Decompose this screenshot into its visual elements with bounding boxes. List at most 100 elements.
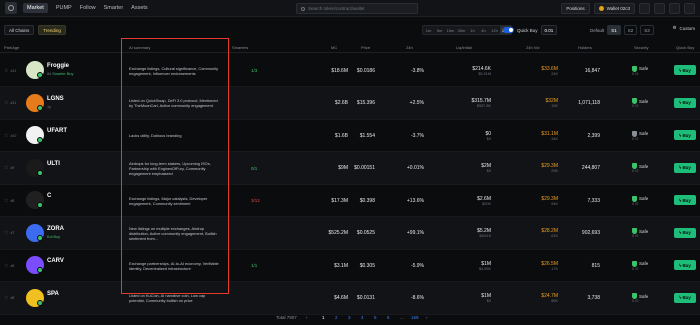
star-icon[interactable]: ☆ [4,100,8,106]
col-pair[interactable]: Pair/Age [4,45,19,50]
buy-button[interactable]: ϟ Buy [674,97,696,108]
ai-summary: New listings on multiple exchanges, Aird… [129,225,217,241]
table-header: Pair/Age AI summary Smarters MC Price 24… [0,42,700,53]
rank-label: #9 [10,166,15,170]
buy-button[interactable]: ϟ Buy [674,260,696,270]
bell-icon[interactable] [639,3,650,14]
security-detail: 0 /0 [632,71,639,76]
change-24h: -3.7% [410,132,424,139]
table-row[interactable]: ☆ #12 Froggie 8d Smarter Buy Exchange lis… [0,54,700,87]
change-24h: -8.6% [410,295,424,301]
tf-5m[interactable]: 5m [434,26,445,34]
table-row[interactable]: ☆ #6 CARV Exchange partnerships, AI-to-AI… [0,249,700,282]
search-input[interactable]: Search token/contract/wallet [296,3,418,14]
token-name[interactable]: CARV [47,258,64,264]
price: $0.0525 [356,230,375,236]
change-24h: -3.8% [410,67,424,74]
price: $0.0131 [356,295,375,301]
table-row[interactable]: ☆ #10 UFART Lacks utility, Dubious brandi… [0,119,700,152]
tab-smarter[interactable]: Smarter [104,5,124,11]
next-page-icon[interactable]: › [426,315,428,320]
liq-initial: $20K [482,201,491,206]
tab-market[interactable]: Market [23,3,48,13]
tf-15m[interactable]: 15m [445,26,456,34]
tf-12h[interactable]: 12h [489,26,500,34]
star-icon[interactable]: ☆ [4,295,8,301]
buy-button[interactable]: ϟ Buy [674,195,696,205]
menu-icon[interactable] [684,3,695,14]
quick-buy-amount[interactable]: 0.01 [540,25,558,35]
col-price[interactable]: Price [361,45,370,50]
tf-4h[interactable]: 4h [478,26,489,34]
main-nav: Market PUMP Follow Smarter Assets [23,3,148,13]
buy-button[interactable]: ϟ Buy [674,292,696,303]
vol-txns: 34K [551,136,558,141]
rank: ☆ #11 [4,87,16,120]
tf-1h[interactable]: 1h [467,26,478,34]
top-bar: Market PUMP Follow Smarter Assets Search… [0,0,700,17]
chain-filter[interactable]: All Chains [4,25,35,35]
wallet-button[interactable]: Wallet 02c3 [593,3,635,14]
token-name[interactable]: C [47,193,51,199]
buy-button[interactable]: ϟ Buy [674,130,696,140]
page-5[interactable]: 5 [374,315,377,320]
star-icon[interactable]: ☆ [4,263,8,269]
security-detail: 0 /0 [632,299,639,303]
market-cap: $18.6M [331,67,348,74]
token-name[interactable]: SPA [47,291,59,297]
col-mc[interactable]: MC [331,45,337,50]
custom-button[interactable]: ⚙ Custom [672,25,695,31]
table-row[interactable]: ☆ #5 SPA Listed on KuCoin, AI narrative c… [0,281,700,315]
star-icon[interactable]: ☆ [4,133,8,139]
col-vol[interactable]: 24h Vol [526,45,539,50]
page-last[interactable]: 159 [411,315,419,320]
star-icon[interactable]: ☆ [4,68,8,74]
ai-summary: Lacks utility, Dubious branding [129,133,182,138]
token-name[interactable]: Froggie [47,63,69,69]
rank-label: #7 [10,231,15,235]
col-holders[interactable]: Holders [578,45,592,50]
star-icon[interactable]: ☆ [4,165,8,171]
tab-pump[interactable]: PUMP [56,5,72,11]
preset-s2[interactable]: S2 [623,25,638,35]
prev-page-icon[interactable]: ‹ [306,315,308,320]
liquidity: $0 $0 [455,119,491,152]
token-name[interactable]: ZORA [47,226,64,232]
language-icon[interactable] [669,3,680,14]
preset-s1[interactable]: S1 [607,25,621,35]
buy-button[interactable]: ϟ Buy [674,227,696,238]
page-2[interactable]: 2 [335,315,338,320]
preset-s3[interactable]: S3 [640,25,654,35]
tf-1m[interactable]: 1m [423,26,434,34]
page-3[interactable]: 3 [348,315,351,320]
tf-30m[interactable]: 30m [456,26,467,34]
positions-button[interactable]: Positions [561,3,590,14]
col-change[interactable]: 24h [406,45,413,50]
table-row[interactable]: ☆ #9 ULTI Airdrops for long-term stakers,… [0,151,700,185]
table-row[interactable]: ☆ #11 LGNS 1y Listed on QuickSwap, DeFi 3… [0,86,700,120]
trending-label: Trending [43,27,61,33]
tab-follow[interactable]: Follow [80,5,96,11]
tab-assets[interactable]: Assets [131,5,148,11]
page-6[interactable]: 6 [387,315,390,320]
token-name[interactable]: UFART [47,128,67,134]
table-row[interactable]: ☆ #8 C Exchange listings, Major catalysts… [0,184,700,217]
page-1[interactable]: 1 [322,315,325,320]
price: $1.554 [359,132,375,139]
star-icon[interactable]: ☆ [4,198,8,204]
buy-button[interactable]: ϟ Buy [674,65,696,75]
settings-icon[interactable] [654,3,665,14]
col-liq[interactable]: Liq/Initial [456,45,472,50]
holders: 16,847 [584,67,600,74]
logo[interactable] [5,2,17,14]
token-name[interactable]: ULTI [47,161,60,167]
buy-button[interactable]: ϟ Buy [674,162,696,173]
trending-filter[interactable]: Trending [38,25,66,35]
star-icon[interactable]: ☆ [4,230,8,236]
table-row[interactable]: ☆ #7 ZORA Kol Buy New listings on multipl… [0,216,700,250]
page-4[interactable]: 4 [361,315,364,320]
liquidity: $2.6M $20K [455,184,491,217]
col-smarters[interactable]: Smarters [232,45,248,50]
token-name[interactable]: LGNS [47,96,64,102]
quick-buy-toggle[interactable] [503,27,514,33]
